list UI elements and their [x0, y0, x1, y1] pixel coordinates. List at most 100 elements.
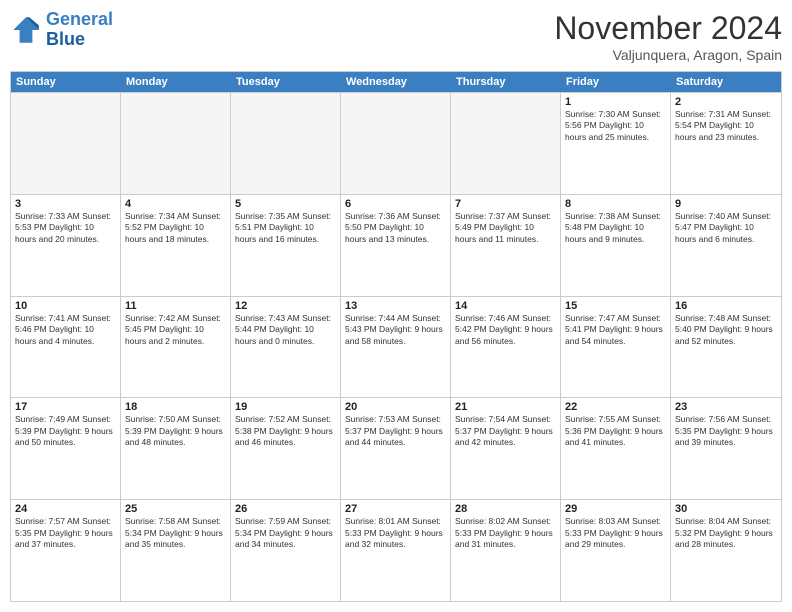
day-number: 22	[565, 401, 666, 413]
day-cell-21: 21Sunrise: 7:54 AM Sunset: 5:37 PM Dayli…	[451, 398, 561, 499]
day-number: 9	[675, 198, 777, 210]
day-header-saturday: Saturday	[671, 72, 781, 92]
day-header-friday: Friday	[561, 72, 671, 92]
day-number: 26	[235, 503, 336, 515]
day-cell-13: 13Sunrise: 7:44 AM Sunset: 5:43 PM Dayli…	[341, 297, 451, 398]
month-title: November 2024	[554, 10, 782, 47]
day-number: 23	[675, 401, 777, 413]
day-number: 15	[565, 300, 666, 312]
day-cell-7: 7Sunrise: 7:37 AM Sunset: 5:49 PM Daylig…	[451, 195, 561, 296]
week-row-1: 1Sunrise: 7:30 AM Sunset: 5:56 PM Daylig…	[11, 92, 781, 194]
day-number: 30	[675, 503, 777, 515]
day-info: Sunrise: 7:52 AM Sunset: 5:38 PM Dayligh…	[235, 414, 336, 448]
day-info: Sunrise: 7:41 AM Sunset: 5:46 PM Dayligh…	[15, 313, 116, 347]
day-number: 13	[345, 300, 446, 312]
day-cell-22: 22Sunrise: 7:55 AM Sunset: 5:36 PM Dayli…	[561, 398, 671, 499]
week-row-2: 3Sunrise: 7:33 AM Sunset: 5:53 PM Daylig…	[11, 194, 781, 296]
day-cell-30: 30Sunrise: 8:04 AM Sunset: 5:32 PM Dayli…	[671, 500, 781, 601]
day-info: Sunrise: 8:02 AM Sunset: 5:33 PM Dayligh…	[455, 516, 556, 550]
day-number: 10	[15, 300, 116, 312]
day-cell-23: 23Sunrise: 7:56 AM Sunset: 5:35 PM Dayli…	[671, 398, 781, 499]
week-row-3: 10Sunrise: 7:41 AM Sunset: 5:46 PM Dayli…	[11, 296, 781, 398]
day-number: 1	[565, 96, 666, 108]
day-cell-26: 26Sunrise: 7:59 AM Sunset: 5:34 PM Dayli…	[231, 500, 341, 601]
day-info: Sunrise: 7:37 AM Sunset: 5:49 PM Dayligh…	[455, 211, 556, 245]
week-row-5: 24Sunrise: 7:57 AM Sunset: 5:35 PM Dayli…	[11, 499, 781, 601]
day-cell-2: 2Sunrise: 7:31 AM Sunset: 5:54 PM Daylig…	[671, 93, 781, 194]
day-number: 6	[345, 198, 446, 210]
day-cell-6: 6Sunrise: 7:36 AM Sunset: 5:50 PM Daylig…	[341, 195, 451, 296]
day-info: Sunrise: 7:31 AM Sunset: 5:54 PM Dayligh…	[675, 109, 777, 143]
day-cell-12: 12Sunrise: 7:43 AM Sunset: 5:44 PM Dayli…	[231, 297, 341, 398]
day-cell-20: 20Sunrise: 7:53 AM Sunset: 5:37 PM Dayli…	[341, 398, 451, 499]
title-section: November 2024 Valjunquera, Aragon, Spain	[554, 10, 782, 63]
day-info: Sunrise: 7:56 AM Sunset: 5:35 PM Dayligh…	[675, 414, 777, 448]
day-cell-28: 28Sunrise: 8:02 AM Sunset: 5:33 PM Dayli…	[451, 500, 561, 601]
calendar-weeks: 1Sunrise: 7:30 AM Sunset: 5:56 PM Daylig…	[11, 92, 781, 601]
day-cell-27: 27Sunrise: 8:01 AM Sunset: 5:33 PM Dayli…	[341, 500, 451, 601]
day-cell-18: 18Sunrise: 7:50 AM Sunset: 5:39 PM Dayli…	[121, 398, 231, 499]
day-info: Sunrise: 7:54 AM Sunset: 5:37 PM Dayligh…	[455, 414, 556, 448]
day-cell-11: 11Sunrise: 7:42 AM Sunset: 5:45 PM Dayli…	[121, 297, 231, 398]
day-cell-5: 5Sunrise: 7:35 AM Sunset: 5:51 PM Daylig…	[231, 195, 341, 296]
day-cell-empty	[451, 93, 561, 194]
day-number: 17	[15, 401, 116, 413]
day-info: Sunrise: 7:36 AM Sunset: 5:50 PM Dayligh…	[345, 211, 446, 245]
day-info: Sunrise: 7:53 AM Sunset: 5:37 PM Dayligh…	[345, 414, 446, 448]
logo-icon	[10, 14, 42, 46]
day-info: Sunrise: 7:50 AM Sunset: 5:39 PM Dayligh…	[125, 414, 226, 448]
day-info: Sunrise: 7:55 AM Sunset: 5:36 PM Dayligh…	[565, 414, 666, 448]
day-header-thursday: Thursday	[451, 72, 561, 92]
day-number: 21	[455, 401, 556, 413]
day-info: Sunrise: 7:30 AM Sunset: 5:56 PM Dayligh…	[565, 109, 666, 143]
day-number: 16	[675, 300, 777, 312]
day-info: Sunrise: 7:58 AM Sunset: 5:34 PM Dayligh…	[125, 516, 226, 550]
logo: General Blue	[10, 10, 113, 50]
day-cell-3: 3Sunrise: 7:33 AM Sunset: 5:53 PM Daylig…	[11, 195, 121, 296]
day-cell-empty	[341, 93, 451, 194]
day-cell-9: 9Sunrise: 7:40 AM Sunset: 5:47 PM Daylig…	[671, 195, 781, 296]
day-cell-29: 29Sunrise: 8:03 AM Sunset: 5:33 PM Dayli…	[561, 500, 671, 601]
day-cell-24: 24Sunrise: 7:57 AM Sunset: 5:35 PM Dayli…	[11, 500, 121, 601]
day-number: 7	[455, 198, 556, 210]
day-number: 2	[675, 96, 777, 108]
day-header-tuesday: Tuesday	[231, 72, 341, 92]
calendar: SundayMondayTuesdayWednesdayThursdayFrid…	[10, 71, 782, 602]
day-cell-16: 16Sunrise: 7:48 AM Sunset: 5:40 PM Dayli…	[671, 297, 781, 398]
day-cell-25: 25Sunrise: 7:58 AM Sunset: 5:34 PM Dayli…	[121, 500, 231, 601]
day-number: 12	[235, 300, 336, 312]
day-number: 5	[235, 198, 336, 210]
day-info: Sunrise: 7:42 AM Sunset: 5:45 PM Dayligh…	[125, 313, 226, 347]
day-info: Sunrise: 7:49 AM Sunset: 5:39 PM Dayligh…	[15, 414, 116, 448]
day-info: Sunrise: 7:48 AM Sunset: 5:40 PM Dayligh…	[675, 313, 777, 347]
day-header-monday: Monday	[121, 72, 231, 92]
day-number: 24	[15, 503, 116, 515]
day-header-wednesday: Wednesday	[341, 72, 451, 92]
day-header-sunday: Sunday	[11, 72, 121, 92]
location-subtitle: Valjunquera, Aragon, Spain	[554, 47, 782, 63]
day-info: Sunrise: 7:59 AM Sunset: 5:34 PM Dayligh…	[235, 516, 336, 550]
day-cell-1: 1Sunrise: 7:30 AM Sunset: 5:56 PM Daylig…	[561, 93, 671, 194]
day-info: Sunrise: 7:57 AM Sunset: 5:35 PM Dayligh…	[15, 516, 116, 550]
day-cell-10: 10Sunrise: 7:41 AM Sunset: 5:46 PM Dayli…	[11, 297, 121, 398]
day-number: 29	[565, 503, 666, 515]
week-row-4: 17Sunrise: 7:49 AM Sunset: 5:39 PM Dayli…	[11, 397, 781, 499]
day-info: Sunrise: 7:40 AM Sunset: 5:47 PM Dayligh…	[675, 211, 777, 245]
day-number: 11	[125, 300, 226, 312]
day-headers-row: SundayMondayTuesdayWednesdayThursdayFrid…	[11, 72, 781, 92]
day-info: Sunrise: 8:01 AM Sunset: 5:33 PM Dayligh…	[345, 516, 446, 550]
day-cell-15: 15Sunrise: 7:47 AM Sunset: 5:41 PM Dayli…	[561, 297, 671, 398]
day-info: Sunrise: 8:03 AM Sunset: 5:33 PM Dayligh…	[565, 516, 666, 550]
day-info: Sunrise: 8:04 AM Sunset: 5:32 PM Dayligh…	[675, 516, 777, 550]
day-info: Sunrise: 7:43 AM Sunset: 5:44 PM Dayligh…	[235, 313, 336, 347]
day-cell-17: 17Sunrise: 7:49 AM Sunset: 5:39 PM Dayli…	[11, 398, 121, 499]
day-number: 3	[15, 198, 116, 210]
day-info: Sunrise: 7:33 AM Sunset: 5:53 PM Dayligh…	[15, 211, 116, 245]
day-number: 4	[125, 198, 226, 210]
logo-text: General Blue	[46, 10, 113, 50]
day-number: 8	[565, 198, 666, 210]
day-info: Sunrise: 7:44 AM Sunset: 5:43 PM Dayligh…	[345, 313, 446, 347]
day-number: 20	[345, 401, 446, 413]
page-container: General Blue November 2024 Valjunquera, …	[0, 0, 792, 612]
day-cell-14: 14Sunrise: 7:46 AM Sunset: 5:42 PM Dayli…	[451, 297, 561, 398]
